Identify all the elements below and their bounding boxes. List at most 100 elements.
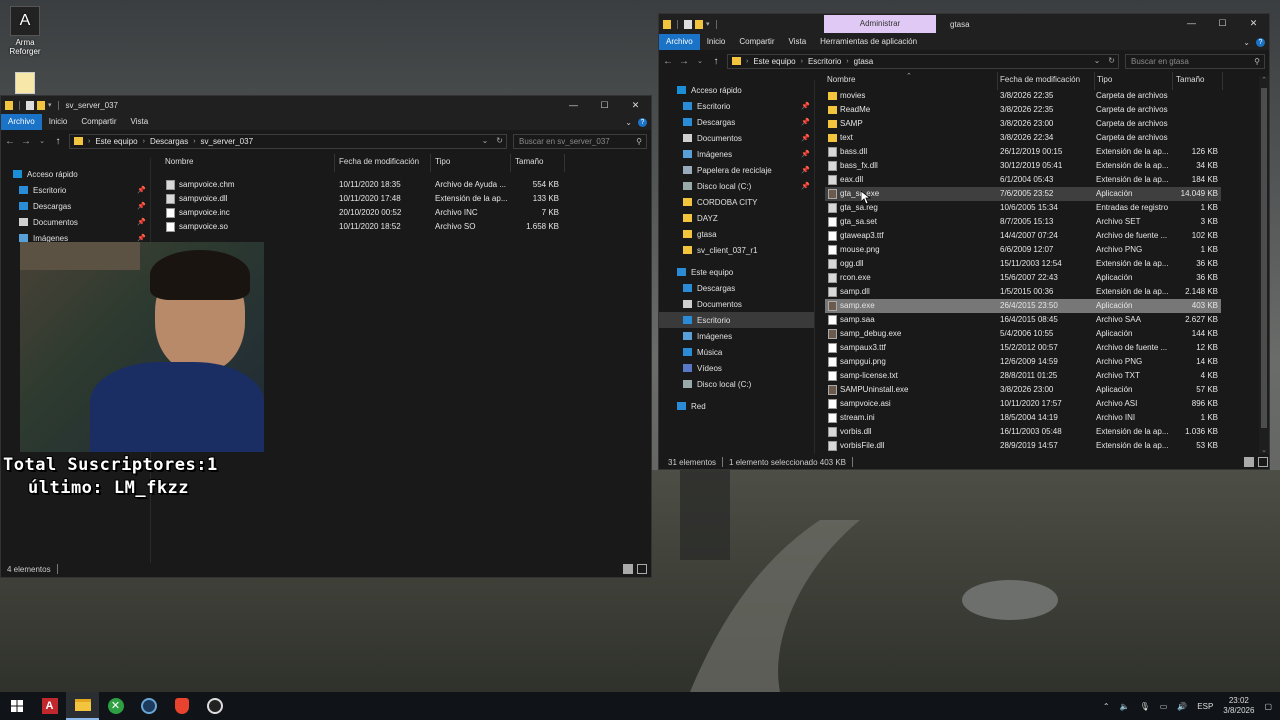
recent-chevron-icon[interactable]: ⌄ [695, 57, 705, 65]
taskbar-obs[interactable] [198, 692, 231, 720]
help-icon[interactable]: ? [1256, 37, 1265, 47]
column-nombre[interactable]: Nombre [165, 157, 193, 166]
pin-icon[interactable]: 📌 [801, 182, 810, 190]
table-row[interactable]: movies 3/8/2026 22:35 Carpeta de archivos [825, 89, 1221, 103]
table-row[interactable]: sampvoice.dll 10/11/2020 17:48 Extensión d… [152, 192, 572, 206]
column-tipo[interactable]: Tipo [435, 157, 450, 166]
notifications-icon[interactable]: ▢ [1264, 702, 1272, 711]
breadcrumb-gtasa[interactable]: gtasa [854, 57, 874, 66]
desktop-icon-arma-reforger[interactable]: A Arma Reforger [0, 6, 50, 56]
table-row[interactable]: sampvoice.asi 10/11/2020 17:57 Archivo ASI… [825, 397, 1221, 411]
pin-icon[interactable]: 📌 [137, 234, 146, 242]
nav-item-im-genes[interactable]: Imágenes 📌 [659, 146, 814, 162]
close-button[interactable]: ✕ [1238, 14, 1269, 32]
nav-item-disco-local-c-[interactable]: Disco local (C:) [659, 376, 814, 392]
address-bar[interactable]: › Este equipo › Escritorio › gtasa ⌄ ↻ [727, 53, 1119, 69]
table-row[interactable]: samp_debug.exe 5/4/2006 10:55 Aplicación 14… [825, 327, 1221, 341]
table-row[interactable]: gta_sa.set 8/7/2005 15:13 Archivo SET 3 KB [825, 215, 1221, 229]
tab-vista[interactable]: Vista [124, 114, 156, 130]
nav-item-cordoba-city[interactable]: CORDOBA CITY [659, 194, 814, 210]
breadcrumb-escritorio[interactable]: Escritorio [808, 57, 841, 66]
nav-item-acceso-r-pido[interactable]: Acceso rápido [659, 82, 814, 98]
tab-herramientas-aplicacion[interactable]: Herramientas de aplicación [813, 34, 924, 50]
nav-item-dayz[interactable]: DAYZ [659, 210, 814, 226]
table-row[interactable]: bass_fx.dll 30/12/2019 05:41 Extensión de … [825, 159, 1221, 173]
nav-item-im-genes[interactable]: Imágenes [659, 328, 814, 344]
column-nombre[interactable]: Nombre [827, 75, 855, 84]
title-bar[interactable]: ▾ sv_server_037 — ☐ ✕ [1, 96, 651, 114]
pin-icon[interactable]: 📌 [137, 202, 146, 210]
table-row[interactable]: sampvoice.inc 20/10/2020 00:52 Archivo INC… [152, 206, 572, 220]
table-row[interactable]: eax.dll 6/1/2004 05:43 Extensión de la ap.… [825, 173, 1221, 187]
expand-ribbon-icon[interactable]: ⌄ [1243, 38, 1250, 47]
column-tipo[interactable]: Tipo [1097, 75, 1112, 84]
language-indicator[interactable]: ESP [1197, 702, 1213, 711]
scrollbar-thumb[interactable] [1261, 88, 1267, 428]
table-row[interactable]: sampvoice.so 10/11/2020 18:52 Archivo SO 1.… [152, 220, 572, 234]
table-row[interactable]: SAMP 3/8/2026 23:00 Carpeta de archivos [825, 117, 1221, 131]
up-arrow-icon[interactable]: ↑ [53, 136, 63, 147]
tab-compartir[interactable]: Compartir [732, 34, 781, 50]
tab-inicio[interactable]: Inicio [700, 34, 733, 50]
table-row[interactable]: ogg.dll 15/11/2003 12:54 Extensión de la a… [825, 257, 1221, 271]
table-row[interactable]: stream.ini 18/5/2004 14:19 Archivo INI 1 KB [825, 411, 1221, 425]
table-row[interactable]: ReadMe 3/8/2026 22:35 Carpeta de archivos [825, 103, 1221, 117]
help-icon[interactable]: ? [638, 117, 647, 127]
tab-inicio[interactable]: Inicio [42, 114, 75, 130]
maximize-button[interactable]: ☐ [1207, 14, 1238, 32]
nav-item-acceso-rapido[interactable]: Acceso rápido [1, 166, 150, 182]
volume-icon[interactable]: 🔊 [1177, 702, 1187, 711]
nav-item-documentos[interactable]: Documentos 📌 [659, 130, 814, 146]
speaker-icon[interactable]: 🔈 [1120, 702, 1130, 711]
forward-arrow-icon[interactable]: → [679, 56, 689, 67]
nav-item-papelera-de-reciclaje[interactable]: Papelera de reciclaje 📌 [659, 162, 814, 178]
breadcrumb-este-equipo[interactable]: Este equipo [753, 57, 795, 66]
nav-item-escritorio[interactable]: Escritorio [659, 312, 814, 328]
table-row[interactable]: samp.saa 16/4/2015 08:45 Archivo SAA 2.627 … [825, 313, 1221, 327]
table-row[interactable]: samp-license.txt 28/8/2011 01:25 Archivo T… [825, 369, 1221, 383]
breadcrumb-descargas[interactable]: Descargas [150, 137, 188, 146]
nav-item-disco-local-c-[interactable]: Disco local (C:) 📌 [659, 178, 814, 194]
nav-item-este-equipo[interactable]: Este equipo [659, 264, 814, 280]
new-folder-icon[interactable] [695, 19, 703, 29]
column-fecha[interactable]: Fecha de modificación [339, 157, 419, 166]
table-row[interactable]: text 3/8/2026 22:34 Carpeta de archivos [825, 131, 1221, 145]
pin-icon[interactable]: 📌 [801, 166, 810, 174]
show-hidden-icons-icon[interactable]: ⌃ [1103, 702, 1110, 711]
desktop-icon-file[interactable] [0, 72, 50, 96]
column-tamano[interactable]: Tamaño [1176, 75, 1204, 84]
table-row[interactable]: SAMPUninstall.exe 3/8/2026 23:00 Aplicació… [825, 383, 1221, 397]
nav-item-v-deos[interactable]: Vídeos [659, 360, 814, 376]
table-row[interactable]: samp.exe 26/4/2015 23:50 Aplicación 403 KB [825, 299, 1221, 313]
tab-compartir[interactable]: Compartir [74, 114, 123, 130]
forward-arrow-icon[interactable]: → [21, 136, 31, 147]
table-row[interactable]: gtaweap3.ttf 14/4/2007 07:24 Archivo de fu… [825, 229, 1221, 243]
large-icons-view-icon[interactable] [1258, 457, 1268, 467]
table-row[interactable]: vorbisFile.dll 28/9/2019 14:57 Extensión d… [825, 439, 1221, 453]
details-view-icon[interactable] [623, 564, 633, 574]
tab-vista[interactable]: Vista [782, 34, 814, 50]
display-icon[interactable]: ▭ [1160, 702, 1168, 711]
nav-item-gtasa[interactable]: gtasa [659, 226, 814, 242]
nav-item-escritorio[interactable]: Escritorio 📌 [1, 182, 150, 198]
table-row[interactable]: mouse.png 6/6/2009 12:07 Archivo PNG 1 KB [825, 243, 1221, 257]
search-input[interactable]: Buscar en gtasa ⚲ [1125, 53, 1265, 69]
back-arrow-icon[interactable]: ← [5, 136, 15, 147]
taskbar-steam[interactable] [132, 692, 165, 720]
pin-icon[interactable]: 📌 [801, 150, 810, 158]
quick-access-dropdown-icon[interactable]: ▾ [48, 101, 52, 109]
address-dropdown-icon[interactable]: ⌄ [482, 136, 489, 145]
column-fecha[interactable]: Fecha de modificación [1000, 75, 1080, 84]
nav-item-documentos[interactable]: Documentos [659, 296, 814, 312]
tab-archivo[interactable]: Archivo [659, 34, 700, 50]
breadcrumb-sv-server[interactable]: sv_server_037 [201, 137, 253, 146]
nav-item-escritorio[interactable]: Escritorio 📌 [659, 98, 814, 114]
scroll-up-icon[interactable]: ⌃ [1259, 76, 1269, 84]
large-icons-view-icon[interactable] [637, 564, 647, 574]
details-view-icon[interactable] [1244, 457, 1254, 467]
taskbar-xbox[interactable]: ✕ [99, 692, 132, 720]
up-arrow-icon[interactable]: ↑ [711, 56, 721, 67]
minimize-button[interactable]: — [1176, 14, 1207, 32]
nav-item-red[interactable]: Red [659, 398, 814, 414]
microphone-icon[interactable]: 🎙 [1140, 702, 1150, 711]
